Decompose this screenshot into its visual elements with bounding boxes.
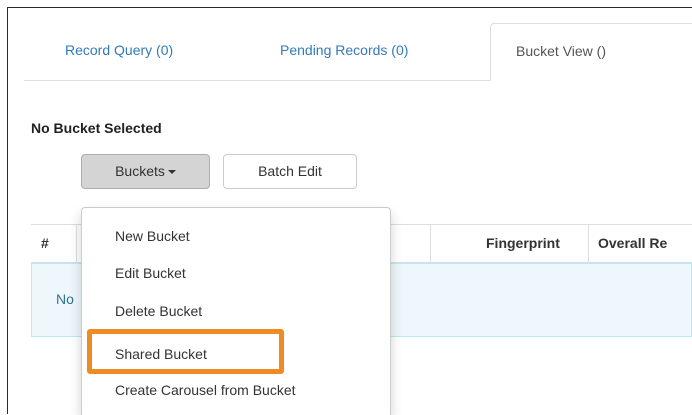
column-header-fingerprint[interactable]: Fingerprint <box>430 225 588 262</box>
caret-down-icon <box>167 170 176 175</box>
buckets-button-label: Buckets <box>115 163 165 179</box>
menu-item-shared-bucket[interactable]: Shared Bucket <box>82 342 388 367</box>
tab-bucket-view[interactable]: Bucket View () <box>490 23 692 81</box>
column-header-overall[interactable]: Overall Re <box>588 225 692 262</box>
tab-bar: Record Query (0) Pending Records (0) Buc… <box>24 23 692 81</box>
column-header-number[interactable]: # <box>31 225 76 262</box>
bucket-title: No Bucket Selected <box>31 120 162 136</box>
menu-item-create-carousel[interactable]: Create Carousel from Bucket <box>82 378 388 403</box>
tab-pending-records[interactable]: Pending Records (0) <box>265 23 423 80</box>
menu-item-delete-bucket[interactable]: Delete Bucket <box>82 299 388 324</box>
batch-edit-button[interactable]: Batch Edit <box>223 154 357 189</box>
empty-table-text: No <box>56 291 74 307</box>
tab-record-query[interactable]: Record Query (0) <box>50 23 188 80</box>
menu-item-edit-bucket[interactable]: Edit Bucket <box>82 261 388 286</box>
buckets-dropdown-menu: New Bucket Edit Bucket Delete Bucket Sha… <box>81 207 391 415</box>
buckets-dropdown-button[interactable]: Buckets <box>81 154 210 189</box>
menu-item-new-bucket[interactable]: New Bucket <box>82 224 388 249</box>
